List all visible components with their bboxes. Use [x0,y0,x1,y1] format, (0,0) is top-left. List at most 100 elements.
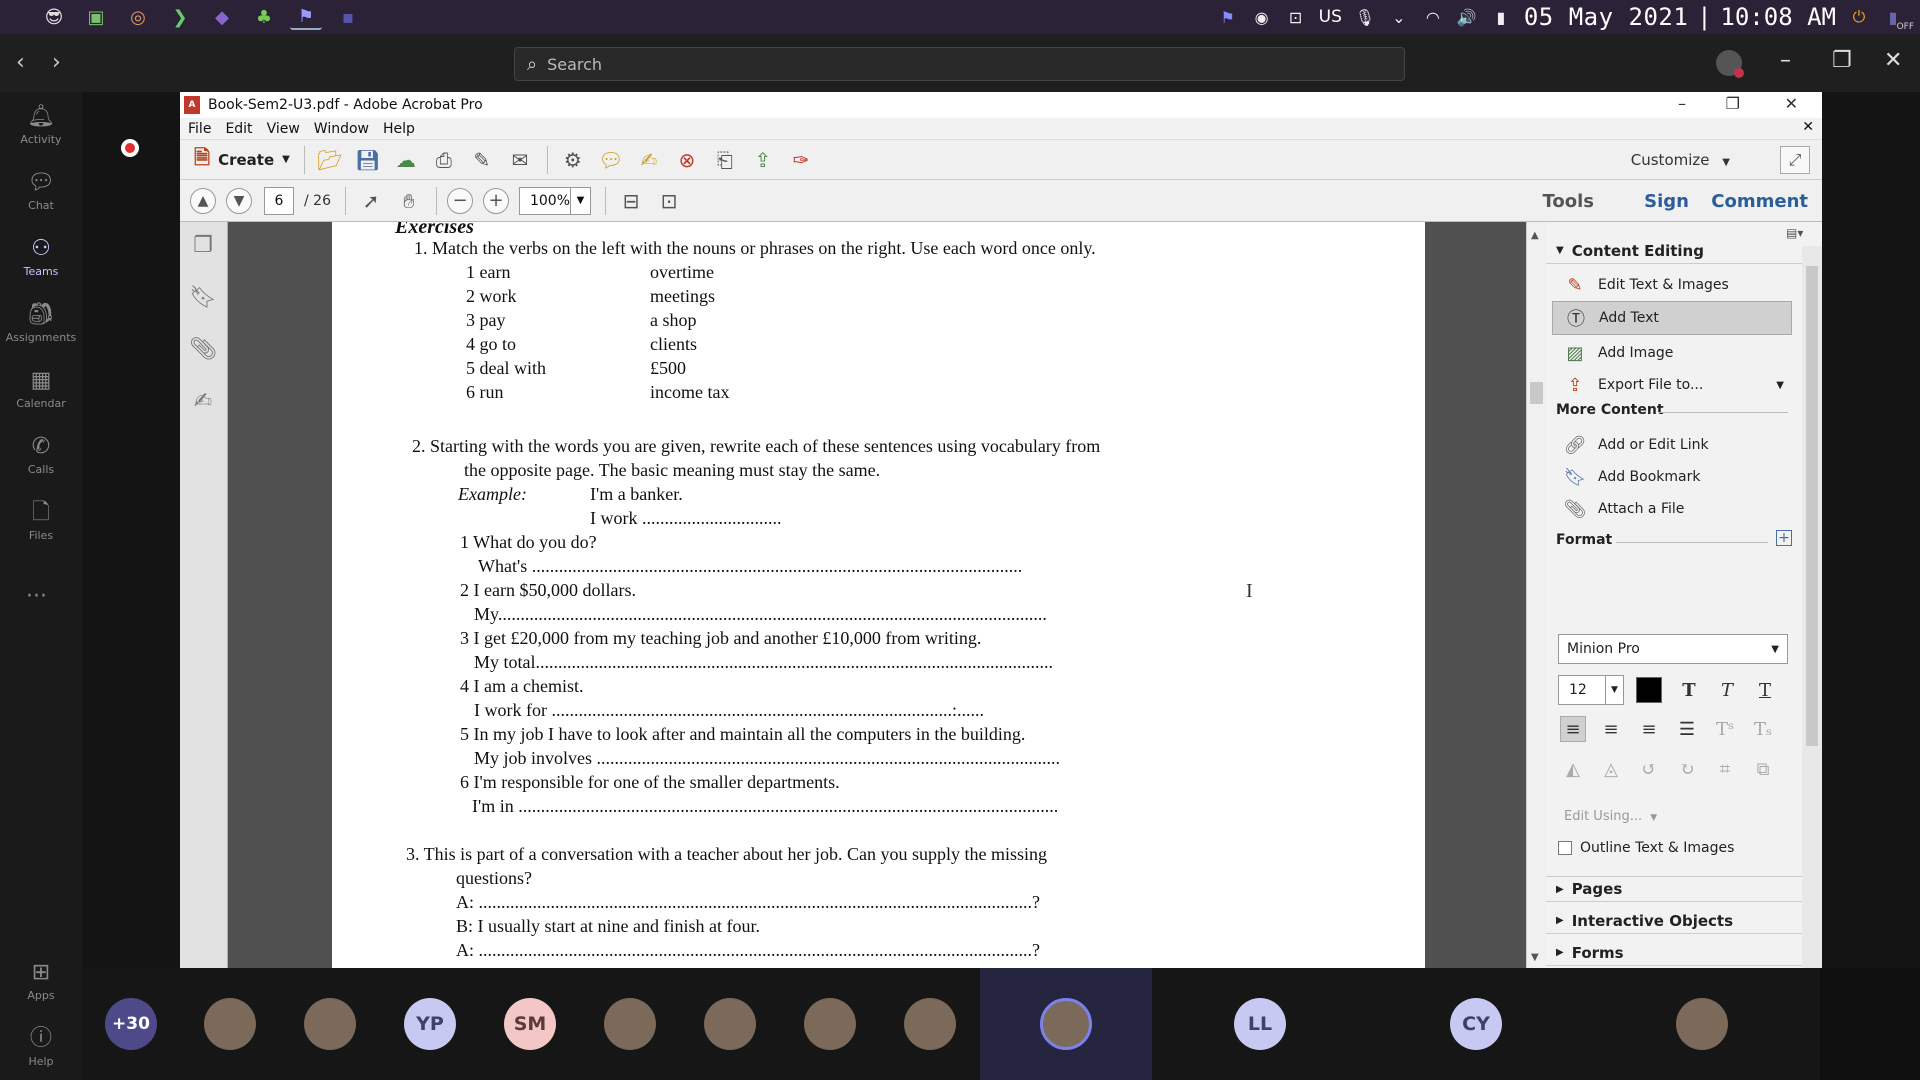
create-button[interactable]: 🗎 Create ▼ [194,143,290,177]
font-color-swatch[interactable] [1636,677,1662,703]
vs-app-icon[interactable]: ◆ [206,4,238,30]
participant-avatar[interactable] [604,998,656,1050]
participant-avatar[interactable] [1040,998,1092,1050]
expand-icon[interactable]: ⤢ [1780,146,1810,174]
teams-tray-icon[interactable]: ⚑ [1217,8,1239,27]
email-icon[interactable]: ✉ [507,147,533,173]
add-text-tool[interactable]: Ⓣ Add Text [1552,301,1792,335]
italic-text-icon[interactable]: T [1714,677,1740,703]
android-app-icon[interactable]: ♣ [248,4,280,30]
rail-item-chat[interactable]: 💬︎ Chat [0,158,82,224]
wifi-icon[interactable]: ◠ [1422,8,1444,27]
page-number-input[interactable]: 6 [264,186,294,215]
lock-icon[interactable]: ⊡ [1285,8,1307,27]
battery-icon[interactable]: ▮ [1490,8,1512,27]
menu-view[interactable]: View [267,121,300,137]
acrobat-minimize-icon[interactable]: – [1678,94,1686,113]
participant-avatar[interactable]: YP [404,998,456,1050]
attach-file-tool[interactable]: 📎︎ Attach a File [1552,492,1792,526]
participant-tile[interactable] [1584,968,1820,1080]
content-editing-header[interactable]: ▼ Content Editing [1546,238,1802,264]
print-icon[interactable]: ⎙ [431,147,457,173]
rail-item-help[interactable]: ⓘ Help [0,1014,82,1080]
previous-page-icon[interactable]: ▲ [190,187,216,214]
participant-tile[interactable] [580,968,680,1080]
edit-using-dropdown[interactable]: Edit Using... ▼ [1564,809,1657,824]
add-edit-link-tool[interactable]: 🔗︎ Add or Edit Link [1552,428,1792,462]
page-thumbnails-icon[interactable]: ❐ [190,232,216,258]
align-left-icon[interactable]: ≡ [1560,716,1586,742]
pages-header[interactable]: ▶ Pages [1546,876,1802,902]
align-right-icon[interactable]: ≡ [1636,716,1662,742]
document-close-icon[interactable]: ✕ [1802,119,1814,135]
subscript-icon[interactable]: Tₛ [1750,716,1776,742]
participant-tile[interactable]: YP [380,968,480,1080]
tab-tools[interactable]: Tools [1542,191,1594,212]
participant-tile[interactable] [880,968,980,1080]
scroll-down-icon[interactable]: ▼ [1531,952,1539,963]
participant-avatar[interactable] [304,998,356,1050]
zoom-in-icon[interactable]: + [482,187,509,214]
flip-horizontal-icon[interactable]: ◭ [1560,756,1586,782]
back-arrow-icon[interactable]: ‹ [16,50,25,75]
rail-item-assignments[interactable]: 🎒︎ Assignments [0,290,82,356]
open-folder-icon[interactable]: 📂︎ [317,147,343,173]
more-icon[interactable]: ··· [26,584,47,609]
zoom-select[interactable]: 100% ▼ [518,186,591,215]
emoji-app-icon[interactable]: 😎 [38,4,70,30]
participant-avatar[interactable] [904,998,956,1050]
browser-app-icon[interactable]: ◎ [122,4,154,30]
participant-tile[interactable]: CY [1368,968,1584,1080]
font-family-select[interactable]: Minion Pro ▼ [1558,634,1788,664]
participant-tile[interactable] [280,968,380,1080]
edit-text-images-tool[interactable]: ✎ Edit Text & Images [1552,268,1792,302]
teams-app-icon[interactable]: ⚑ [290,4,322,30]
next-page-icon[interactable]: ▼ [226,187,252,214]
rotate-right-icon[interactable]: ↻ [1674,756,1700,782]
highlight-icon[interactable]: ✍ [636,147,662,173]
participant-tile[interactable] [180,968,280,1080]
microphone-icon[interactable]: 🎙 [1354,8,1376,27]
close-icon[interactable]: ✕ [1884,48,1902,73]
save-icon[interactable]: 💾︎ [355,147,381,173]
participant-avatar[interactable]: LL [1234,998,1286,1050]
outline-text-images-checkbox[interactable]: Outline Text & Images [1558,840,1734,856]
rail-item-calls[interactable]: ✆ Calls [0,422,82,488]
flip-vertical-icon[interactable]: ◬ [1598,756,1624,782]
acrobat-maximize-icon[interactable]: ❐ [1726,94,1740,113]
menu-edit[interactable]: Edit [225,121,252,137]
power-icon[interactable]: ⏻ [1848,7,1870,27]
scrollbar-thumb[interactable] [1806,266,1818,746]
sign-document-icon[interactable]: ✑ [788,147,814,173]
participant-tile[interactable] [980,968,1152,1080]
rail-item-teams[interactable]: ⚇ Teams [0,224,82,290]
menu-help[interactable]: Help [383,121,415,137]
minimize-icon[interactable]: – [1780,48,1791,73]
participant-tile[interactable] [680,968,780,1080]
volume-icon[interactable]: 🔊 [1456,8,1478,27]
participant-tile[interactable] [780,968,880,1080]
accessibility-icon[interactable]: ◉ [1251,8,1273,27]
chevron-down-icon[interactable]: ⌄ [1388,8,1410,27]
scrollbar-thumb[interactable] [1530,382,1543,404]
participant-avatar[interactable] [804,998,856,1050]
hand-tool-icon[interactable]: ✋︎ [396,188,422,214]
participant-avatar[interactable] [704,998,756,1050]
participant-avatar[interactable] [204,998,256,1050]
rail-item-files[interactable]: 🗋 Files [0,488,82,554]
cloud-upload-icon[interactable]: ☁ [393,147,419,173]
comment-bubble-icon[interactable]: 💬︎ [598,147,624,173]
acrobat-close-icon[interactable]: ✕ [1785,94,1798,113]
redact-icon[interactable]: ⊗ [674,147,700,173]
participant-tile[interactable]: LL [1152,968,1368,1080]
select-cursor-icon[interactable]: ➚ [358,188,384,214]
export-file-tool[interactable]: ⇪ Export File to... ▼ [1552,368,1792,402]
terminal-app-icon[interactable]: ❯ [164,4,196,30]
file-explorer-app-icon[interactable]: ▣ [80,4,112,30]
rotate-left-icon[interactable]: ↺ [1636,756,1662,782]
interactive-objects-header[interactable]: ▶ Interactive Objects [1546,908,1802,934]
language-indicator[interactable]: US [1319,7,1342,27]
underline-text-icon[interactable]: T [1752,677,1778,703]
tab-sign[interactable]: Sign [1644,191,1689,212]
rail-item-apps[interactable]: ⊞ Apps [0,948,82,1014]
